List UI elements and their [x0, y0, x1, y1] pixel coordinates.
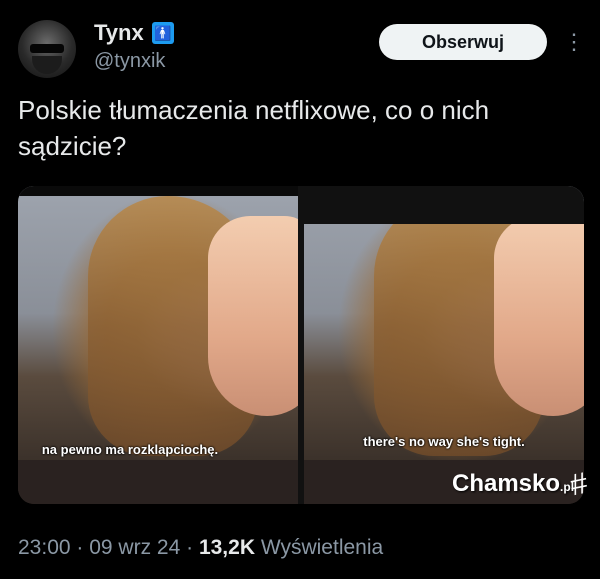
scene-image: [304, 186, 584, 504]
face-shape: [494, 216, 584, 416]
follow-button[interactable]: Obserwuj: [379, 24, 547, 60]
watermark-brand: Chamsko: [452, 470, 561, 497]
subtitle-left: na pewno ma rozklapciochę.: [41, 442, 219, 457]
meta-separator: ·: [180, 536, 199, 559]
meta-separator: ·: [70, 536, 90, 559]
watermark-logo: Chamsko.pl: [452, 470, 574, 498]
media-image-left[interactable]: na pewno ma rozklapciochę.: [18, 186, 298, 504]
author-handle[interactable]: @tynxik: [94, 50, 165, 73]
tweet-time[interactable]: 23:00: [18, 536, 71, 559]
avatar-beard: [32, 56, 62, 74]
tweet-text: Polskie tłumaczenia netflixowe, co o nic…: [18, 95, 490, 161]
letterbox-bottom: [18, 460, 298, 504]
subtitle-right: there's no way she's tight.: [363, 434, 525, 449]
tweet-date[interactable]: 09 wrz 24: [89, 536, 180, 559]
hash-icon: #: [567, 466, 591, 503]
letterbox-top: [304, 186, 584, 224]
more-options-icon[interactable]: ⋮: [563, 30, 585, 54]
avatar-glasses: [30, 44, 64, 53]
media-image-right[interactable]: there's no way she's tight.: [304, 186, 584, 504]
author-name[interactable]: Tynx: [94, 20, 144, 46]
verified-badge-icon: 🚹: [152, 22, 174, 44]
tweet-media[interactable]: na pewno ma rozklapciochę. there's no wa…: [18, 186, 584, 504]
views-label: Wyświetlenia: [255, 536, 384, 559]
face-shape: [208, 216, 298, 416]
views-count: 13,2K: [198, 536, 255, 559]
avatar[interactable]: [18, 20, 76, 78]
letterbox-top: [18, 186, 298, 196]
tweet-meta: 23:00 · 09 wrz 24 · 13,2K Wyświetlenia: [18, 536, 383, 560]
